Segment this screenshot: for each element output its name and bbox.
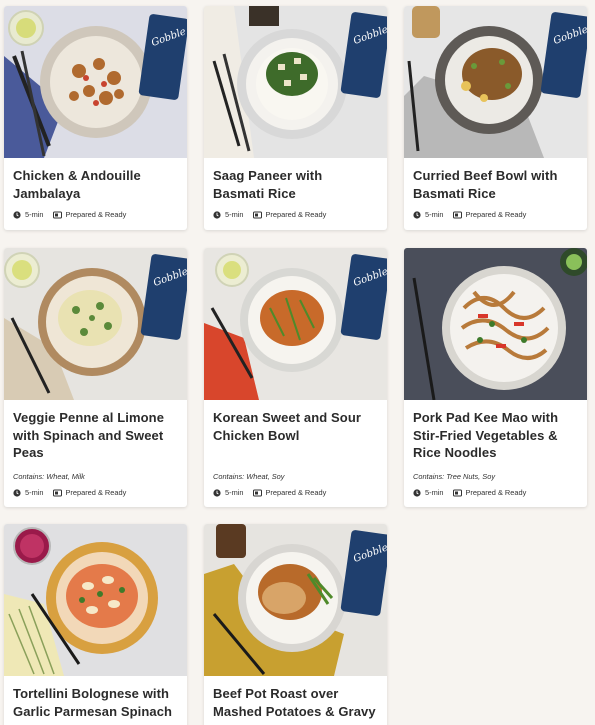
meal-time: 5-min [25, 210, 44, 219]
meal-box-icon [453, 211, 463, 219]
meal-card-body: Korean Sweet and Sour Chicken Bowl Conta… [204, 400, 387, 497]
meal-title[interactable]: Korean Sweet and Sour Chicken Bowl [213, 409, 373, 444]
clock-icon [13, 210, 21, 219]
clock-icon [213, 210, 221, 219]
meal-card[interactable]: Gobble Curried Beef Bowl with Basmati Ri… [404, 6, 587, 230]
meal-photo: Gobble [204, 248, 387, 400]
clock-icon [213, 488, 221, 497]
meal-meta: 5-min Prepared & Ready [413, 210, 526, 219]
meal-type: Prepared & Ready [65, 210, 127, 219]
meal-time: 5-min [225, 210, 244, 219]
meal-photo: Gobble [204, 6, 387, 158]
meal-card[interactable]: Gobble Korean Sweet and Sour Chicken Bow… [204, 248, 387, 507]
clock-icon [413, 210, 421, 219]
meal-photo: Gobble [4, 6, 187, 158]
meal-box-icon [253, 489, 263, 497]
allergen-info: Contains: Wheat, Soy [213, 472, 285, 481]
clock-icon [13, 488, 21, 497]
meal-card-body: Saag Paneer with Basmati Rice 5-min Prep… [204, 158, 387, 219]
meal-photo [4, 524, 187, 676]
meal-title[interactable]: Beef Pot Roast over Mashed Potatoes & Gr… [213, 685, 385, 720]
meal-box-icon [253, 211, 263, 219]
meal-card-body: Chicken & Andouille Jambalaya 5-min Prep… [4, 158, 187, 219]
meal-card[interactable]: Gobble Saag Paneer with Basmati Rice 5-m… [204, 6, 387, 230]
meal-photo: Gobble [204, 524, 387, 676]
meal-photo [404, 248, 587, 400]
meal-meta: 5-min Prepared & Ready [213, 488, 326, 497]
clock-icon [413, 488, 421, 497]
meal-card-body: Beef Pot Roast over Mashed Potatoes & Gr… [204, 676, 387, 725]
meal-time: 5-min [225, 488, 244, 497]
meal-card[interactable]: Gobble Chicken & Andouille Jambalaya 5-m… [4, 6, 187, 230]
meal-title[interactable]: Veggie Penne al Limone with Spinach and … [13, 409, 173, 462]
meal-card[interactable]: Gobble Beef Pot Roast over Mashed Potato… [204, 524, 387, 725]
meal-time: 5-min [425, 210, 444, 219]
allergen-info: Contains: Wheat, Milk [13, 472, 85, 481]
meal-type: Prepared & Ready [465, 488, 527, 497]
meal-photo: Gobble [4, 248, 187, 400]
meal-meta: 5-min Prepared & Ready [213, 210, 326, 219]
meal-title[interactable]: Tortellini Bolognese with Garlic Parmesa… [13, 685, 183, 720]
meal-meta: 5-min Prepared & Ready [13, 488, 126, 497]
meal-title[interactable]: Curried Beef Bowl with Basmati Rice [413, 167, 578, 202]
meal-meta: 5-min Prepared & Ready [413, 488, 526, 497]
meal-time: 5-min [25, 488, 44, 497]
meal-type: Prepared & Ready [265, 210, 327, 219]
meal-card-body: Curried Beef Bowl with Basmati Rice 5-mi… [404, 158, 587, 219]
meal-title[interactable]: Pork Pad Kee Mao with Stir-Fried Vegetab… [413, 409, 578, 462]
meal-card-body: Tortellini Bolognese with Garlic Parmesa… [4, 676, 187, 725]
meal-box-icon [53, 211, 63, 219]
meal-photo: Gobble [404, 6, 587, 158]
meal-box-icon [53, 489, 63, 497]
meal-grid: Gobble Chicken & Andouille Jambalaya 5-m… [0, 0, 595, 725]
meal-title[interactable]: Saag Paneer with Basmati Rice [213, 167, 373, 202]
meal-card[interactable]: Gobble Veggie Penne al Limone with Spina… [4, 248, 187, 507]
meal-card[interactable]: Tortellini Bolognese with Garlic Parmesa… [4, 524, 187, 725]
meal-type: Prepared & Ready [65, 488, 127, 497]
meal-card[interactable]: Pork Pad Kee Mao with Stir-Fried Vegetab… [404, 248, 587, 507]
meal-card-body: Veggie Penne al Limone with Spinach and … [4, 400, 187, 497]
meal-box-icon [453, 489, 463, 497]
meal-title[interactable]: Chicken & Andouille Jambalaya [13, 167, 163, 202]
meal-type: Prepared & Ready [265, 488, 327, 497]
meal-type: Prepared & Ready [465, 210, 527, 219]
meal-card-body: Pork Pad Kee Mao with Stir-Fried Vegetab… [404, 400, 587, 497]
meal-meta: 5-min Prepared & Ready [13, 210, 126, 219]
allergen-info: Contains: Tree Nuts, Soy [413, 472, 496, 481]
meal-time: 5-min [425, 488, 444, 497]
